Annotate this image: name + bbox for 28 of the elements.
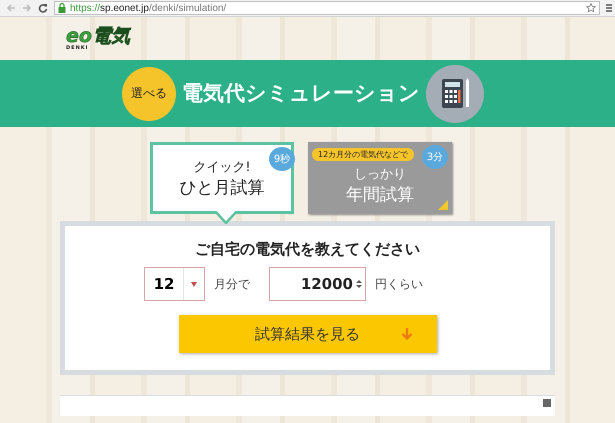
submit-button[interactable]: 試算結果を見る [178,315,436,353]
amount-field[interactable]: 12000 [269,267,366,301]
time-badge: 3分 [422,145,448,169]
spinner-icon[interactable] [356,278,362,290]
speech-bubble: 選べる [122,66,176,120]
down-arrow-icon [400,328,412,340]
month-label: 月分で [214,276,250,292]
tab-title: ひと月試算 [180,176,264,198]
menu-icon[interactable] [606,3,612,13]
calculator-icon [426,64,484,122]
page-title: 電気代シミュレーション [182,80,420,107]
caret-icon [191,282,197,286]
tab-title: 年間試算 [346,184,414,206]
amount-label: 円くらい [375,276,423,292]
url-text: https://sp.eonet.jp/denki/simulation/ [70,2,228,14]
square-icon [543,399,551,407]
address-bar[interactable]: https://sp.eonet.jp/denki/simulation/ [54,1,600,15]
star-icon[interactable] [586,3,596,13]
tab-subtitle: クイック! [193,158,251,176]
month-select[interactable]: 12 [144,267,205,301]
tab-subtitle: しっかり [354,166,406,182]
reload-icon[interactable] [38,3,48,13]
tab-note: 12カ月分の電気代などで [312,148,414,161]
mode-tab[interactable]: 12カ月分の電気代などで 3分 しっかり 年間試算 [308,142,452,214]
corner-icon [438,200,448,210]
lock-icon [58,3,66,13]
time-badge: 9秒 [269,147,295,171]
form-title: ご自宅の電気代を教えてください [195,240,420,259]
